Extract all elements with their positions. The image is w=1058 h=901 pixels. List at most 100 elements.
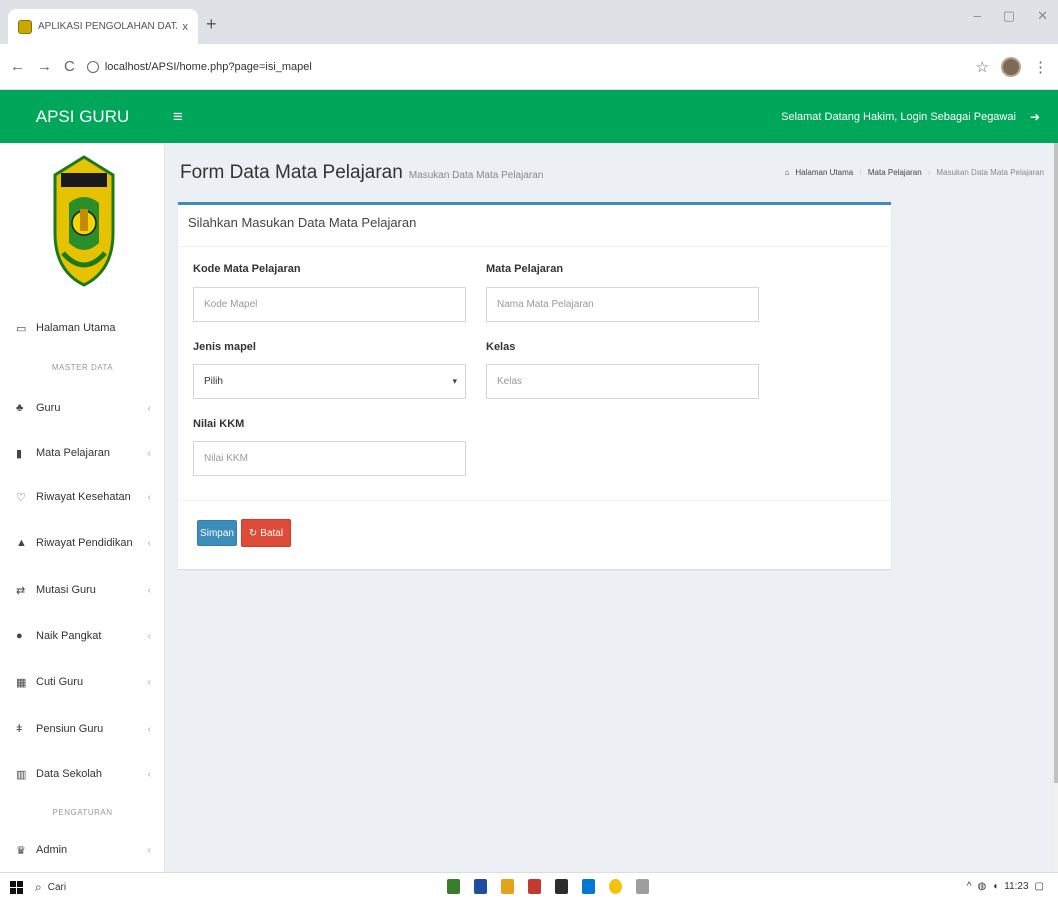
health-icon: ♡	[16, 491, 26, 504]
sidebar-item-label: Data Sekolah	[36, 768, 103, 780]
folder-icon[interactable]	[501, 879, 514, 894]
url-text: localhost/APSI/home.php?page=isi_mapel	[104, 60, 312, 73]
sidebar-item-guru[interactable]: ♣ Guru ‹	[0, 393, 165, 423]
back-icon[interactable]: ←	[10, 58, 25, 75]
volume-icon[interactable]: ◖	[992, 881, 998, 892]
sidebar-item-mata-pelajaran[interactable]: ▮ Mata Pelajaran ‹	[0, 438, 165, 468]
maximize-button[interactable]: ▢	[1003, 8, 1015, 24]
sidebar-section-settings: PENGATURAN	[52, 808, 113, 817]
minimize-button[interactable]: –	[974, 8, 981, 24]
kode-label: Kode Mata Pelajaran	[193, 263, 301, 275]
reset-button[interactable]: ↻ Batal	[241, 519, 291, 547]
app-icon[interactable]	[474, 879, 487, 894]
sidebar-item-admin[interactable]: ♛ Admin ‹	[0, 835, 165, 865]
breadcrumb-mata-pelajaran[interactable]: Mata Pelajaran	[868, 168, 922, 177]
kode-input[interactable]: Kode Mapel	[193, 287, 466, 322]
users-icon: ♣	[16, 402, 24, 414]
browser-menu-icon[interactable]: ⋮	[1033, 58, 1048, 76]
sidebar-item-naik-pangkat[interactable]: ● Naik Pangkat ‹	[0, 621, 165, 651]
breadcrumb-separator: ›	[859, 168, 862, 177]
app-header: APSI GURU ≡ Selamat Datang Hakim, Login …	[0, 90, 1058, 143]
building-icon: ▥	[16, 768, 27, 781]
book-icon: ▮	[16, 447, 23, 460]
notification-icon[interactable]: ▢	[1035, 881, 1044, 892]
dot-icon: ●	[16, 630, 23, 642]
app-logo[interactable]: APSI GURU	[0, 107, 165, 127]
sidebar-item-label: Admin	[36, 844, 68, 856]
search-icon[interactable]: ⌕	[35, 880, 42, 895]
app-icon[interactable]	[555, 879, 568, 894]
refresh-icon: ↻	[248, 527, 258, 539]
jenis-label: Jenis mapel	[193, 341, 256, 353]
tab-title: APLIKASI PENGOLAHAN DATA G	[38, 21, 177, 32]
page-subtitle: Masukan Data Mata Pelajaran	[408, 170, 544, 181]
calendar-icon: ▦	[16, 676, 27, 689]
kelas-input[interactable]: Kelas	[486, 364, 759, 399]
sidebar-item-mutasi-guru[interactable]: ⇄ Mutasi Guru ‹	[0, 575, 165, 605]
sidebar-item-riwayat-kesehatan[interactable]: ♡ Riwayat Kesehatan ‹	[0, 482, 165, 512]
sidebar-item-riwayat-pendidikan[interactable]: ▲ Riwayat Pendidikan ‹	[0, 528, 165, 558]
kkm-input[interactable]: Nilai KKM	[193, 441, 466, 476]
form-box: Silahkan Masukan Data Mata Pelajaran Kod…	[178, 202, 891, 569]
emblem-logo	[53, 155, 115, 287]
bookmark-star-icon[interactable]: ☆	[976, 58, 989, 76]
reset-label: Batal	[260, 527, 284, 539]
jenis-select-value: Pilih	[204, 376, 223, 387]
sidebar-item-label: Riwayat Kesehatan	[36, 491, 131, 503]
profile-avatar[interactable]	[1001, 56, 1021, 77]
scrollbar-thumb[interactable]	[1054, 143, 1058, 783]
chevron-left-icon: ‹	[147, 402, 151, 414]
taskbar-search-text[interactable]: Cari	[48, 882, 66, 893]
sidebar-item-label: Mata Pelajaran	[36, 447, 110, 459]
chevron-left-icon: ‹	[147, 676, 151, 688]
window-controls: – ▢ ✕	[974, 8, 1048, 24]
tab-close-icon[interactable]: x	[183, 21, 189, 33]
app-icon[interactable]	[447, 879, 460, 894]
sidebar-item-cuti-guru[interactable]: ▦ Cuti Guru ‹	[0, 667, 165, 697]
windows-start-icon[interactable]	[10, 880, 23, 894]
monitor-icon: ▭	[16, 322, 27, 335]
chrome-icon[interactable]	[609, 879, 622, 894]
sidebar-item-home[interactable]: ▭ Halaman Utama	[0, 313, 165, 343]
sidebar-item-label: Cuti Guru	[36, 676, 84, 688]
sidebar-section-master: MASTER DATA	[51, 363, 114, 372]
sidebar-item-data-sekolah[interactable]: ▥ Data Sekolah ‹	[0, 759, 165, 789]
tray-chevron-icon[interactable]: ^	[967, 881, 972, 892]
page-scrollbar[interactable]	[1054, 143, 1058, 872]
box-footer: Simpan ↻ Batal	[178, 500, 891, 572]
vscode-icon[interactable]	[582, 879, 595, 894]
url-field[interactable]: localhost/APSI/home.php?page=isi_mapel	[86, 53, 964, 81]
sidebar-item-label: Riwayat Pendidikan	[36, 537, 133, 549]
welcome-text: Selamat Datang Hakim, Login Sebagai Pega…	[781, 110, 1016, 123]
signout-icon[interactable]: ➜	[1030, 110, 1040, 124]
close-window-button[interactable]: ✕	[1037, 8, 1048, 24]
jenis-select[interactable]: Pilih ▾	[193, 364, 466, 399]
forward-icon[interactable]: →	[37, 58, 52, 75]
chevron-left-icon: ‹	[147, 491, 151, 503]
favicon-icon	[18, 19, 32, 34]
mapel-input[interactable]: Nama Mata Pelajaran	[486, 287, 759, 322]
app-icon[interactable]	[636, 879, 649, 894]
breadcrumb-separator: ›	[927, 168, 931, 177]
network-icon[interactable]: ◍	[977, 881, 986, 892]
reload-icon[interactable]: C	[64, 58, 75, 75]
breadcrumb-home[interactable]: Halaman Utama	[795, 168, 853, 177]
sidebar-item-pensiun-guru[interactable]: ǂ Pensiun Guru ‹	[0, 714, 165, 744]
info-icon[interactable]	[86, 60, 99, 73]
clock-text[interactable]: 11:23	[1004, 881, 1028, 892]
breadcrumb-current: Masukan Data Mata Pelajaran	[936, 168, 1044, 177]
save-button[interactable]: Simpan	[197, 520, 237, 546]
new-tab-button[interactable]: +	[206, 14, 217, 35]
chevron-left-icon: ‹	[147, 630, 151, 642]
sidebar-toggle-icon[interactable]: ≡	[173, 107, 183, 127]
sidebar-item-label: Pensiun Guru	[36, 723, 104, 735]
app-icon[interactable]	[528, 879, 541, 894]
page-title: Form Data Mata Pelajaran	[180, 162, 403, 183]
taskbar-apps	[447, 879, 649, 894]
chevron-left-icon: ‹	[147, 723, 151, 735]
browser-tab[interactable]: APLIKASI PENGOLAHAN DATA G x	[8, 9, 198, 44]
os-taskbar: ⌕ Cari ^ ◍ ◖ 11:23 ▢	[0, 872, 1058, 901]
content-header: Form Data Mata Pelajaran Masukan Data Ma…	[180, 162, 1050, 190]
kkm-label: Nilai KKM	[193, 418, 245, 430]
chevron-left-icon: ‹	[147, 768, 151, 780]
